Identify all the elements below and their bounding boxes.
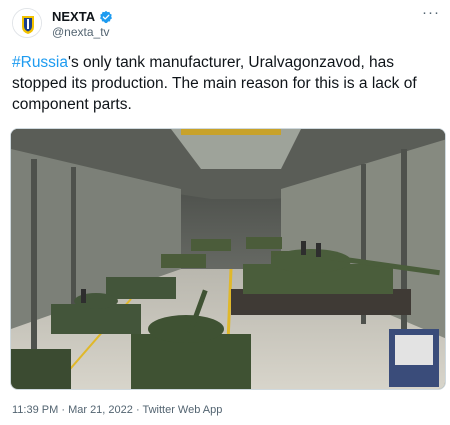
nexta-logo-icon	[13, 9, 41, 37]
tweet-source[interactable]: Twitter Web App	[142, 404, 222, 416]
tweet-time[interactable]: 11:39 PM	[12, 404, 58, 416]
factory-photo	[11, 129, 445, 389]
avatar[interactable]	[12, 8, 42, 38]
tweet-metadata: 11:39 PM · Mar 21, 2022 · Twitter Web Ap…	[12, 404, 222, 416]
meta-separator: ·	[58, 404, 69, 416]
tweet-date[interactable]: Mar 21, 2022	[68, 404, 133, 416]
tweet-text-body: 's only tank manufacturer, Uralvagonzavo…	[12, 54, 417, 113]
tweet-card: NEXTA @nexta_tv ··· #Russia's only tank …	[0, 0, 450, 425]
tweet-text: #Russia's only tank manufacturer, Uralva…	[12, 52, 442, 115]
tweet-media-photo[interactable]	[10, 128, 446, 390]
verified-badge-icon	[100, 10, 113, 23]
author-name-row[interactable]: NEXTA	[52, 9, 113, 24]
hashtag-link[interactable]: #Russia	[12, 54, 68, 71]
display-name[interactable]: NEXTA	[52, 9, 95, 24]
more-options-button[interactable]: ···	[422, 4, 440, 21]
user-handle[interactable]: @nexta_tv	[52, 25, 110, 39]
